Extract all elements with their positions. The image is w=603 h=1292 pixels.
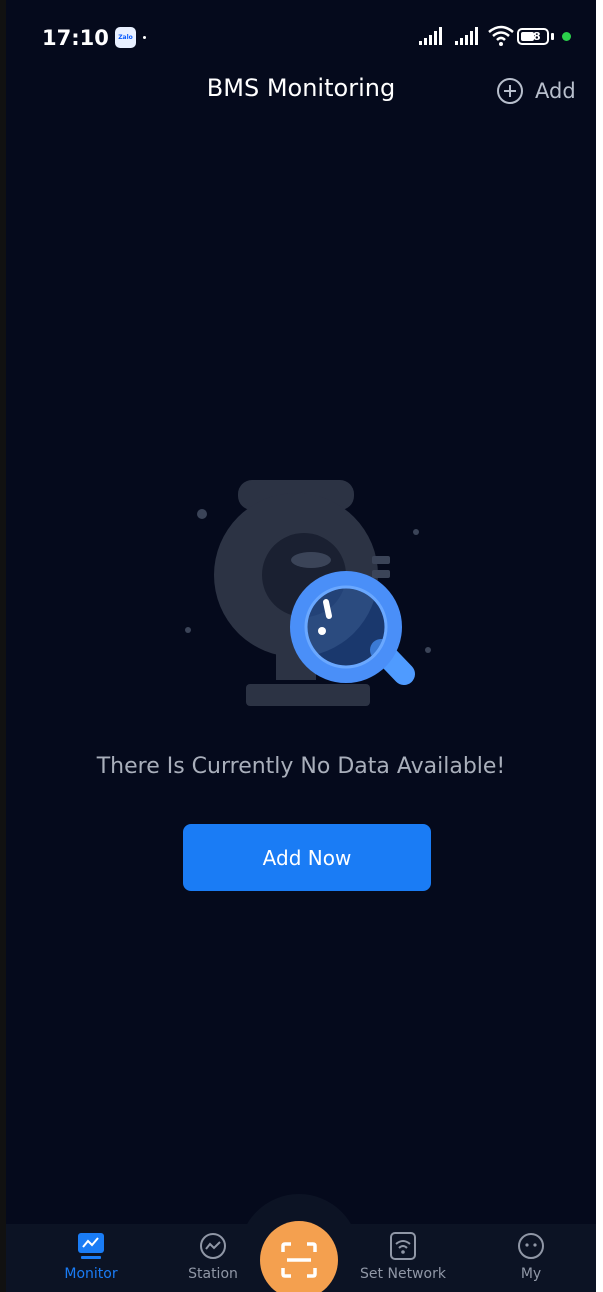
battery-tip xyxy=(551,33,554,40)
privacy-indicator-dot xyxy=(562,32,571,41)
monitor-icon xyxy=(78,1233,104,1259)
chart-circle-icon xyxy=(200,1233,226,1259)
tab-my-label: My xyxy=(520,1266,542,1282)
signal-icon-2 xyxy=(455,27,478,45)
notification-dot xyxy=(143,36,146,39)
no-data-illustration-icon xyxy=(185,480,431,706)
add-button[interactable]: Add xyxy=(497,76,576,106)
tab-monitor[interactable]: Monitor xyxy=(36,1232,146,1282)
tab-my[interactable]: My xyxy=(476,1232,586,1282)
status-time: 17:10 xyxy=(42,26,109,50)
wifi-status-icon xyxy=(488,25,514,46)
tab-set-network-label: Set Network xyxy=(360,1266,446,1282)
add-now-button[interactable]: Add Now xyxy=(183,824,431,891)
battery-icon: 48 xyxy=(517,28,549,45)
app-screen: 17:10 Zalo 48 BMS Monitoring Add There I… xyxy=(6,0,596,1292)
status-bar: 17:10 Zalo 48 xyxy=(6,0,596,70)
add-button-label: Add xyxy=(535,79,576,103)
tab-monitor-label: Monitor xyxy=(64,1266,118,1282)
wifi-icon xyxy=(390,1232,416,1260)
scan-button[interactable] xyxy=(260,1221,338,1292)
battery-level: 48 xyxy=(525,30,541,43)
tab-station-label: Station xyxy=(188,1266,238,1282)
add-circle-icon xyxy=(497,78,523,104)
zalo-icon-label: Zalo xyxy=(118,34,133,41)
zalo-notification-icon: Zalo xyxy=(115,27,136,48)
face-icon xyxy=(518,1233,544,1259)
signal-icon xyxy=(419,27,442,45)
empty-state-message: There Is Currently No Data Available! xyxy=(96,754,506,779)
scan-icon xyxy=(281,1242,317,1278)
tab-station[interactable]: Station xyxy=(158,1232,268,1282)
tab-set-network[interactable]: Set Network xyxy=(348,1232,458,1282)
